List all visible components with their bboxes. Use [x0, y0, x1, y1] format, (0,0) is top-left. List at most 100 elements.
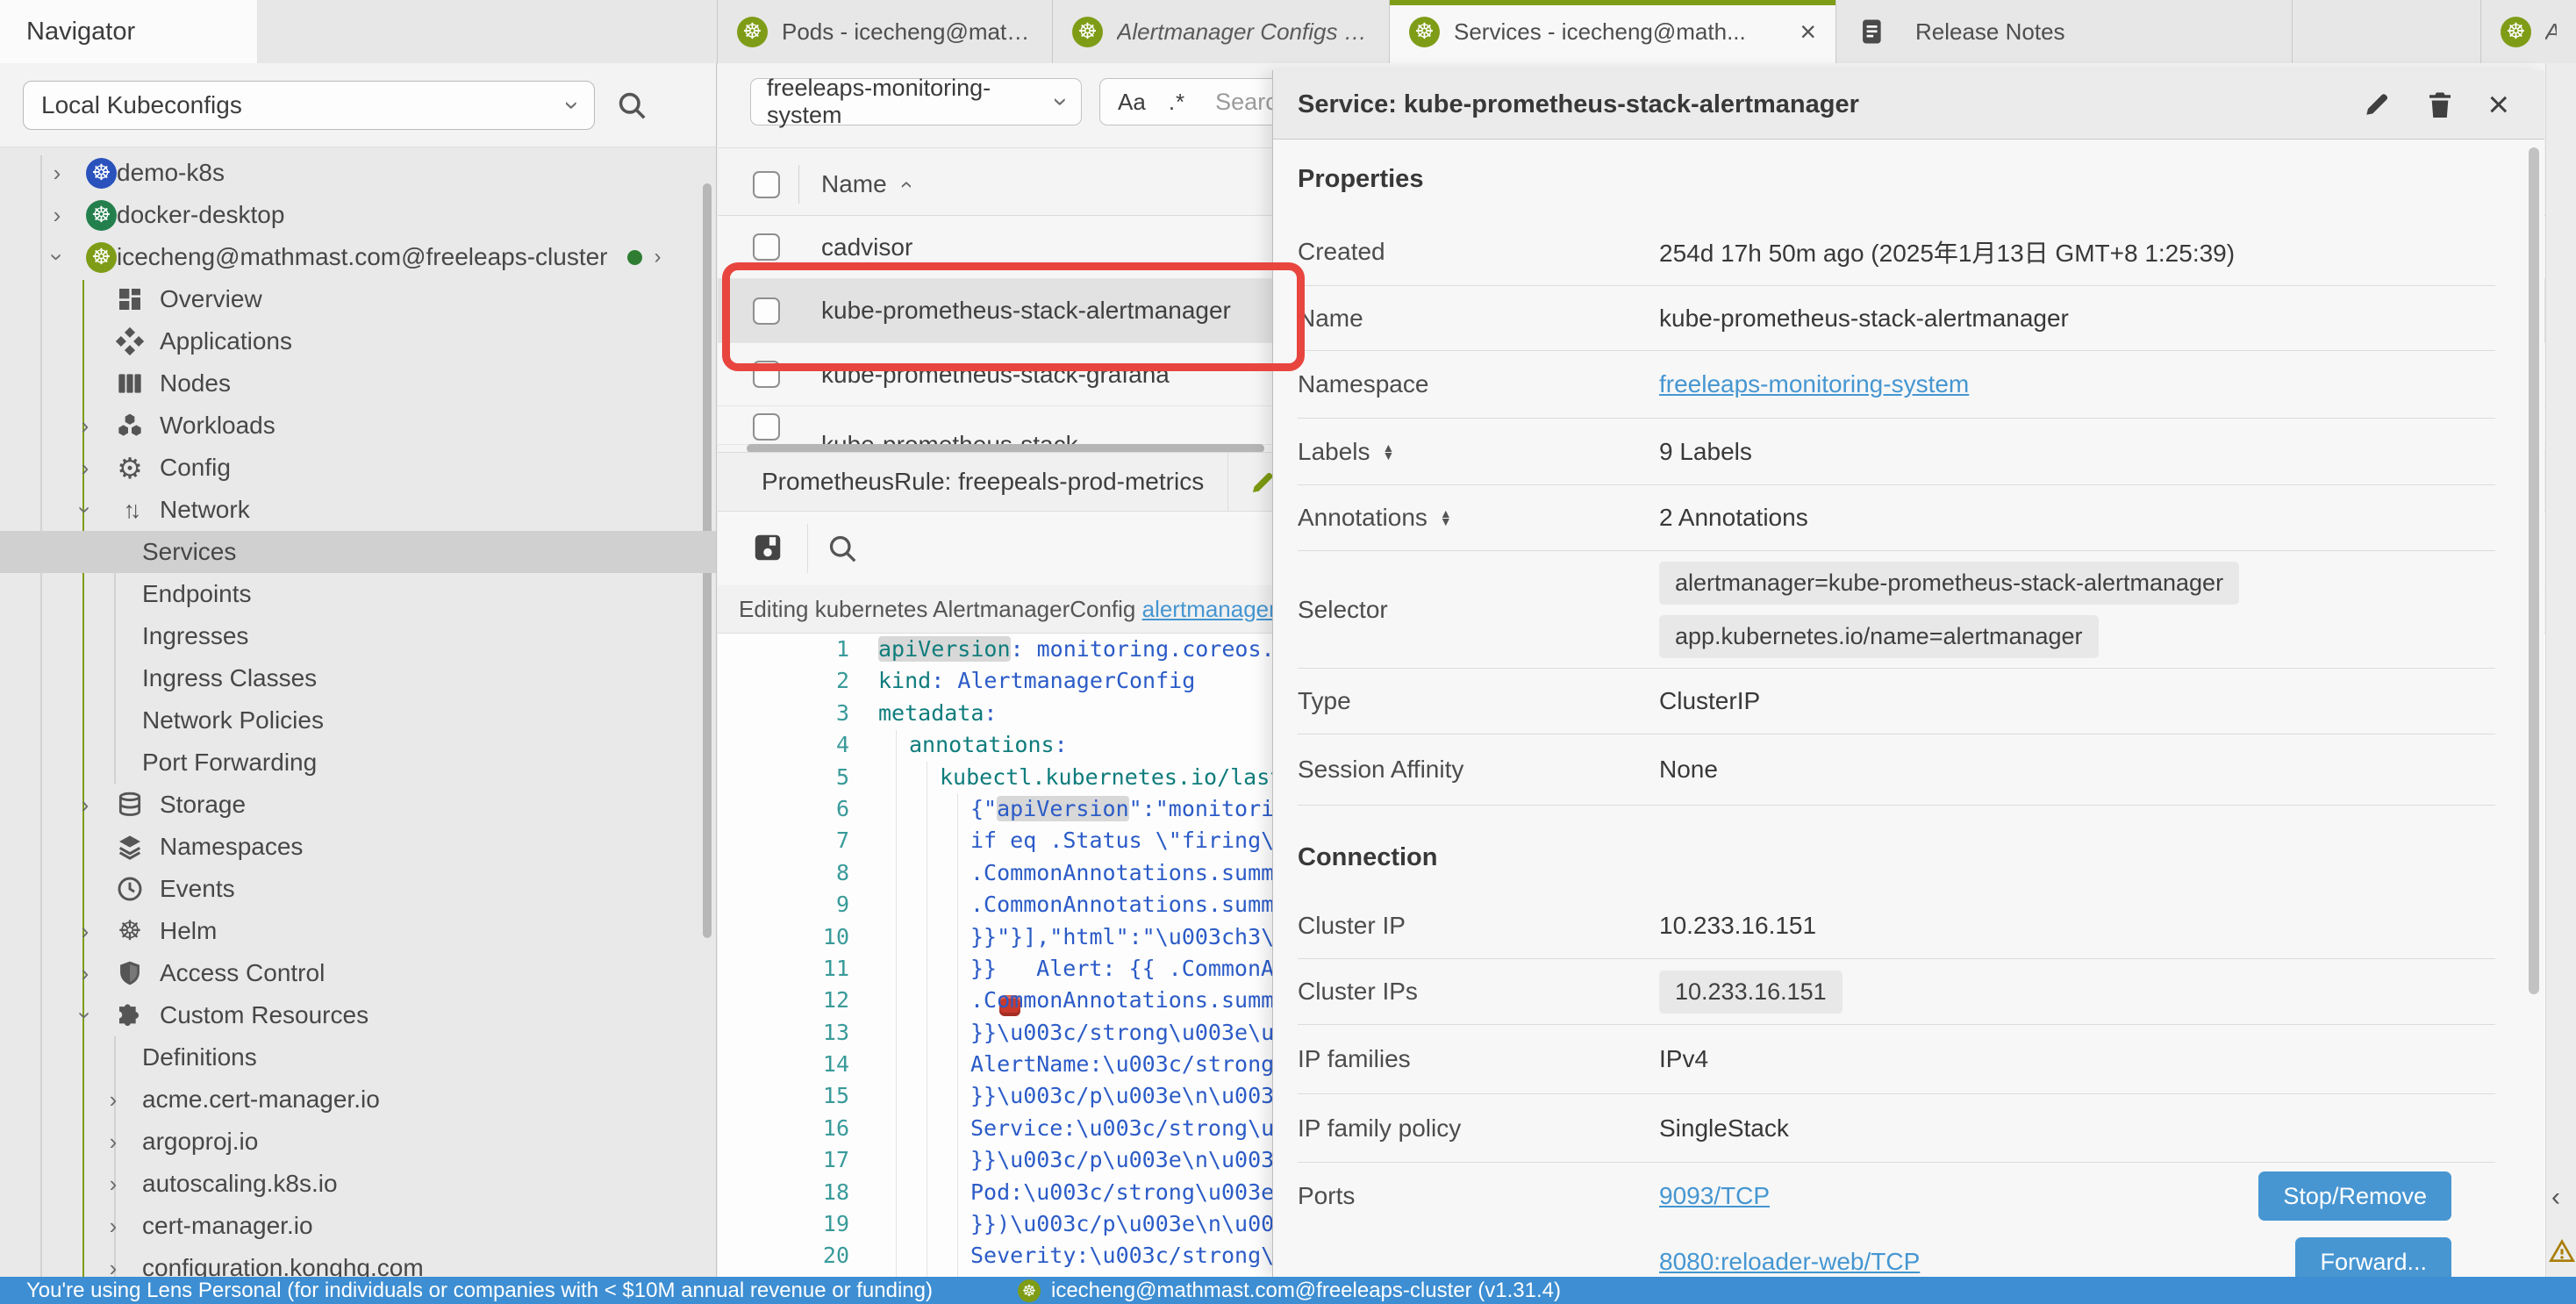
section-title-properties: Properties: [1298, 140, 2544, 218]
select-all-checkbox[interactable]: [753, 171, 780, 198]
sidebar-item-workloads[interactable]: ›Workloads: [0, 405, 716, 447]
kubeconfig-select-value: Local Kubeconfigs: [41, 91, 242, 119]
sidebar-item-cert-manager-io[interactable]: ›cert-manager.io: [0, 1205, 716, 1247]
sidebar-item-argoproj-io[interactable]: ›argoproj.io: [0, 1121, 716, 1163]
row-checkbox[interactable]: [753, 297, 780, 325]
line-number: 5: [718, 762, 849, 793]
sidebar-item-overview[interactable]: Overview: [0, 278, 716, 320]
sidebar-item-label: Nodes: [160, 369, 231, 398]
row-value: SingleStack: [1659, 1114, 1789, 1143]
sidebar-item-icecheng-mathmast-com-freeleaps-cluster[interactable]: ›☸icecheng@mathmast.com@freeleaps-cluste…: [0, 236, 716, 278]
sidebar-item-namespaces[interactable]: Namespaces: [0, 826, 716, 868]
namespace-link[interactable]: freeleaps-monitoring-system: [1659, 370, 1969, 398]
sidebar-item-config[interactable]: ›⚙Config: [0, 447, 716, 489]
sort-toggle-icon[interactable]: ▲▼: [1383, 444, 1395, 459]
line-number: 9: [718, 889, 849, 921]
column-header-name[interactable]: Name: [821, 170, 887, 198]
tab-services-icecheng-math[interactable]: ☸Services - icecheng@math...×: [1390, 0, 1836, 63]
chevron-collapsed-icon[interactable]: ›: [98, 1170, 128, 1198]
chevron-collapsed-icon[interactable]: ›: [70, 412, 100, 440]
chevron-collapsed-icon[interactable]: ›: [70, 791, 100, 819]
chevron-collapsed-icon[interactable]: ›: [70, 959, 100, 987]
row-checkbox[interactable]: [753, 413, 780, 441]
kubernetes-icon: ☸: [737, 17, 768, 47]
chevron-right-icon[interactable]: ›: [655, 245, 662, 269]
forward-button[interactable]: Forward...: [2295, 1237, 2451, 1278]
sidebar-item-label: Storage: [160, 791, 246, 819]
sidebar-item-custom-resources[interactable]: › Custom Resources: [0, 994, 716, 1036]
sidebar-item-ingresses[interactable]: Ingresses: [0, 615, 716, 657]
tab-a[interactable]: ☸A: [2480, 0, 2576, 63]
overview-icon: [114, 283, 146, 315]
chevron-collapsed-icon[interactable]: ›: [42, 201, 72, 229]
sidebar-item-port-forwarding[interactable]: Port Forwarding: [0, 742, 716, 784]
sidebar-item-services[interactable]: Services: [0, 531, 716, 573]
kubeconfig-select[interactable]: Local Kubeconfigs ›: [23, 81, 595, 130]
row-checkbox[interactable]: [753, 361, 780, 388]
sidebar-toolbar: Local Kubeconfigs ›: [0, 63, 716, 147]
regex-toggle[interactable]: .*: [1169, 89, 1185, 116]
editor-search-icon[interactable]: [826, 533, 858, 564]
chevron-collapsed-icon[interactable]: ›: [70, 917, 100, 945]
chevron-expanded-icon[interactable]: ›: [42, 243, 72, 271]
tab-label: Pods - icecheng@mathmas...: [782, 18, 1033, 46]
tab-pods-icecheng-mathmas[interactable]: ☸ Pods - icecheng@mathmas...: [717, 0, 1053, 63]
network-arrows-icon: ↑↓: [114, 494, 146, 526]
chevron-expanded-icon[interactable]: ›: [70, 1001, 100, 1029]
chevron-collapsed-icon[interactable]: ›: [42, 159, 72, 187]
sidebar-item-access-control[interactable]: ›Access Control: [0, 952, 716, 994]
sidebar-item-label: Helm: [160, 917, 217, 945]
tab-close-icon[interactable]: ×: [1800, 18, 1816, 46]
sidebar-item-label: Custom Resources: [160, 1001, 369, 1029]
chevron-expanded-icon[interactable]: ›: [70, 496, 100, 524]
sidebar-item-endpoints[interactable]: Endpoints: [0, 573, 716, 615]
resource-link[interactable]: alertmanager: [1142, 596, 1277, 623]
search-icon[interactable]: [616, 90, 648, 121]
row-value: IPv4: [1659, 1045, 1708, 1073]
active-cluster-status[interactable]: ☸ icecheng@mathmast.com@freeleaps-cluste…: [1018, 1279, 1561, 1303]
dock-tab-title[interactable]: PrometheusRule: freepeals-prod-metrics: [762, 468, 1204, 496]
sidebar-item-storage[interactable]: › Storage: [0, 784, 716, 826]
sidebar-item-label: demo-k8s: [117, 159, 225, 187]
port-link[interactable]: 9093/TCP: [1659, 1182, 1770, 1210]
line-number: 18: [718, 1177, 849, 1208]
save-icon[interactable]: [751, 531, 784, 564]
tab-release-notes[interactable]: Release Notes: [1836, 0, 2293, 63]
chevron-left-icon[interactable]: ›: [2551, 1185, 2560, 1214]
sidebar-item-acme-cert-manager-io[interactable]: ›acme.cert-manager.io: [0, 1078, 716, 1121]
sort-toggle-icon[interactable]: ▲▼: [1440, 510, 1452, 525]
sidebar-item-ingress-classes[interactable]: Ingress Classes: [0, 657, 716, 699]
chevron-collapsed-icon[interactable]: ›: [70, 454, 100, 482]
workloads-icon: [114, 410, 146, 441]
sidebar-item-configuration-konghq-com[interactable]: ›configuration.konghq.com: [0, 1247, 716, 1277]
sidebar-item-helm[interactable]: ›☸Helm: [0, 910, 716, 952]
match-case-toggle[interactable]: Aa: [1118, 89, 1146, 116]
sidebar-item-network[interactable]: ›↑↓Network: [0, 489, 716, 531]
stop-remove-button[interactable]: Stop/Remove: [2258, 1171, 2451, 1221]
edit-pencil-icon[interactable]: [2361, 89, 2393, 120]
chevron-collapsed-icon[interactable]: ›: [98, 1212, 128, 1240]
chevron-collapsed-icon[interactable]: ›: [98, 1085, 128, 1114]
chevron-collapsed-icon[interactable]: ›: [98, 1254, 128, 1277]
sidebar-item-definitions[interactable]: Definitions: [0, 1036, 716, 1078]
sidebar-item-autoscaling-k8s-io[interactable]: › autoscaling.k8s.io: [0, 1163, 716, 1205]
row-checkbox[interactable]: [753, 233, 780, 261]
row-label: Annotations▲▼: [1298, 504, 1659, 532]
namespace-select[interactable]: freeleaps-monitoring-system ›: [750, 78, 1082, 125]
line-number: 8: [718, 857, 849, 889]
chevron-collapsed-icon[interactable]: ›: [98, 1128, 128, 1156]
port-link[interactable]: 8080:reloader-web/TCP: [1659, 1248, 1920, 1276]
sidebar-item-demo-k8s[interactable]: ›☸demo-k8s: [0, 152, 716, 194]
close-icon[interactable]: ×: [2487, 86, 2509, 123]
line-number: 14: [718, 1049, 849, 1080]
sidebar-item-network-policies[interactable]: Network Policies: [0, 699, 716, 742]
tab-alertmanager-configs-icec[interactable]: ☸Alertmanager Configs - icec...: [1053, 0, 1390, 63]
sidebar-item-docker-desktop[interactable]: ›☸docker-desktop: [0, 194, 716, 236]
sidebar-item-applications[interactable]: Applications: [0, 320, 716, 362]
sidebar-item-label: autoscaling.k8s.io: [142, 1170, 338, 1198]
sidebar-item-events[interactable]: Events: [0, 868, 716, 910]
drawer-scrollbar[interactable]: [2529, 147, 2539, 994]
sidebar-item-label: Namespaces: [160, 833, 303, 861]
sidebar-item-nodes[interactable]: Nodes: [0, 362, 716, 405]
trash-icon[interactable]: [2424, 89, 2456, 120]
